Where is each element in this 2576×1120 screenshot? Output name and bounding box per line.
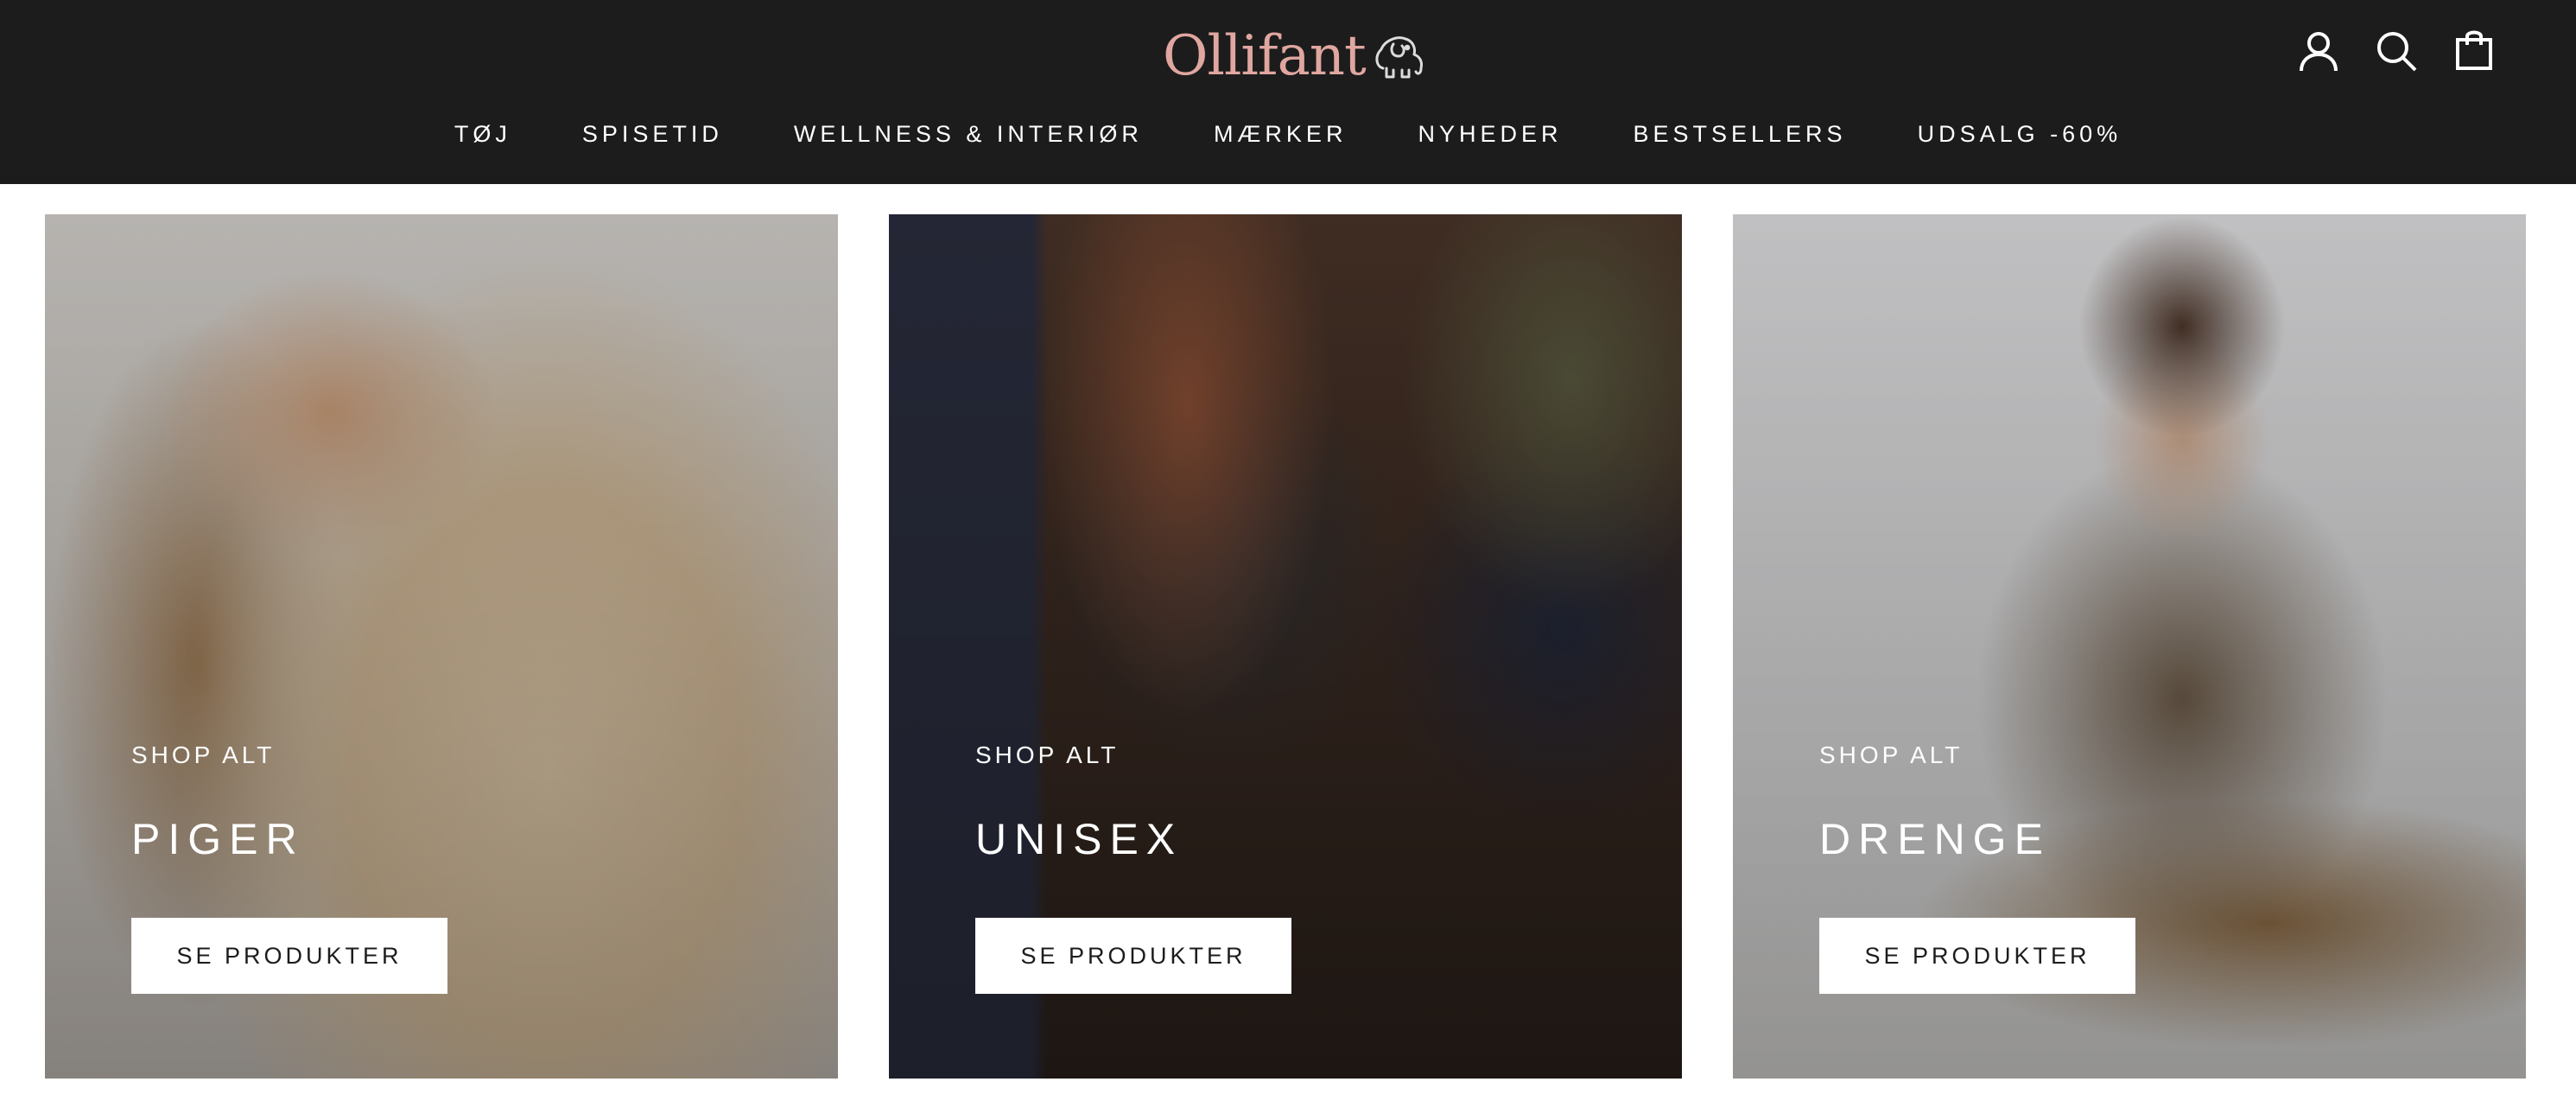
site-header: Ollifant TØJ SPISETID WELLNESS & INTERIØ…: [0, 0, 2576, 184]
nav-item-toj[interactable]: TØJ: [454, 121, 511, 148]
nav-item-spisetid[interactable]: SPISETID: [582, 121, 723, 148]
see-products-button[interactable]: SE PRODUKTER: [1819, 918, 2135, 994]
nav-item-bestsellers[interactable]: BESTSELLERS: [1633, 121, 1846, 148]
nav-item-nyheder[interactable]: NYHEDER: [1418, 121, 1562, 148]
account-icon[interactable]: [2297, 29, 2340, 73]
card-content: SHOP ALT DRENGE SE PRODUKTER: [1819, 741, 2135, 994]
brand-logo[interactable]: Ollifant: [1163, 17, 1428, 95]
category-card-unisex[interactable]: SHOP ALT UNISEX SE PRODUKTER: [889, 214, 1682, 1079]
card-eyebrow: SHOP ALT: [1819, 741, 1964, 768]
nav-item-udsalg[interactable]: UDSALG -60%: [1918, 121, 2122, 148]
card-eyebrow: SHOP ALT: [131, 741, 276, 768]
see-products-button[interactable]: SE PRODUKTER: [131, 918, 447, 994]
card-title: DRENGE: [1819, 815, 2051, 863]
card-title: PIGER: [131, 815, 305, 863]
nav-item-wellness-interior[interactable]: WELLNESS & INTERIØR: [794, 121, 1143, 148]
search-icon[interactable]: [2375, 29, 2418, 73]
category-card-drenge[interactable]: SHOP ALT DRENGE SE PRODUKTER: [1733, 214, 2526, 1079]
nav-item-maerker[interactable]: MÆRKER: [1214, 121, 1348, 148]
card-title: UNISEX: [975, 815, 1183, 863]
category-card-piger[interactable]: SHOP ALT PIGER SE PRODUKTER: [45, 214, 838, 1079]
brand-name: Ollifant: [1163, 24, 1367, 88]
cart-icon[interactable]: [2452, 28, 2496, 71]
card-content: SHOP ALT PIGER SE PRODUKTER: [131, 741, 447, 994]
card-eyebrow: SHOP ALT: [975, 741, 1120, 768]
see-products-button[interactable]: SE PRODUKTER: [975, 918, 1291, 994]
elephant-icon: [1375, 36, 1423, 79]
card-content: SHOP ALT UNISEX SE PRODUKTER: [975, 741, 1291, 994]
main-navigation: TØJ SPISETID WELLNESS & INTERIØR MÆRKER …: [0, 112, 2576, 156]
